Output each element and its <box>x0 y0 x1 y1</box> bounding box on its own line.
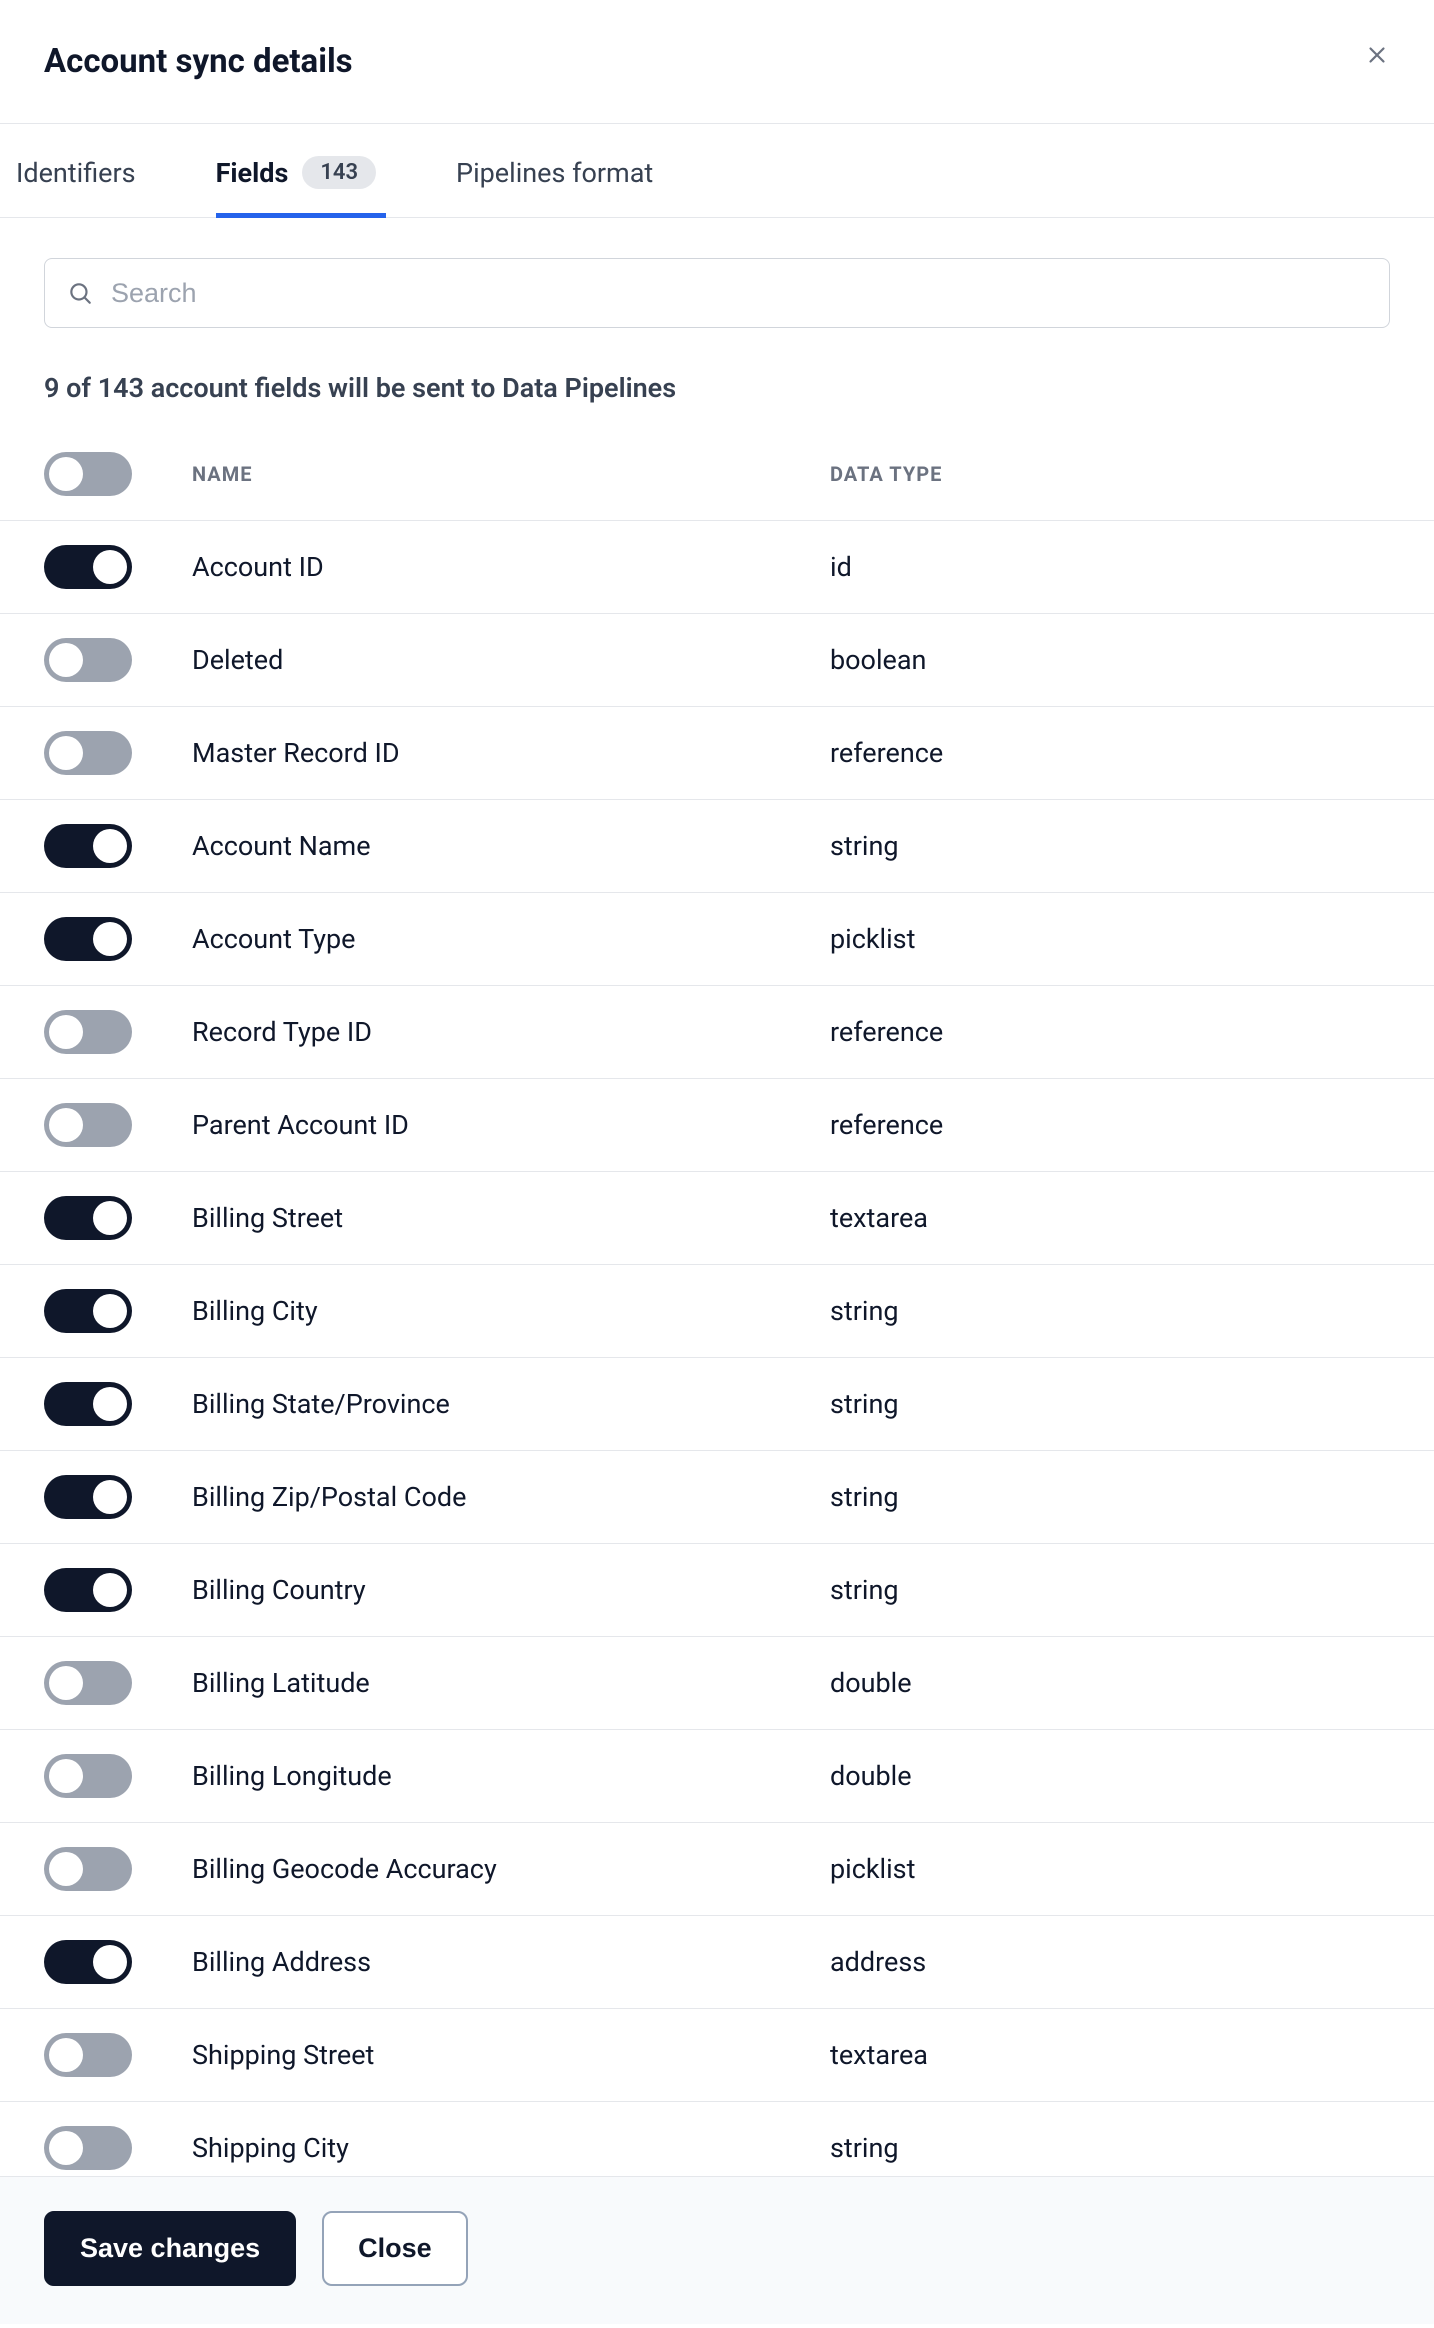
field-type: reference <box>830 1109 1390 1141</box>
field-row: Billing Addressaddress <box>0 1915 1434 2008</box>
tab-identifiers[interactable]: Identifiers <box>16 124 146 218</box>
field-toggle[interactable] <box>44 1940 132 1984</box>
field-type: picklist <box>830 1853 1390 1885</box>
field-name: Shipping Street <box>192 2039 830 2071</box>
field-toggle[interactable] <box>44 824 132 868</box>
tab-label: Identifiers <box>16 157 136 189</box>
field-type: reference <box>830 1016 1390 1048</box>
field-row: Billing State/Provincestring <box>0 1357 1434 1450</box>
column-header-name: NAME <box>192 462 830 486</box>
field-name: Billing Street <box>192 1202 830 1234</box>
field-name: Account Type <box>192 923 830 955</box>
field-name: Deleted <box>192 644 830 676</box>
search-icon <box>67 280 93 306</box>
field-toggle[interactable] <box>44 1010 132 1054</box>
field-row: Billing Geocode Accuracypicklist <box>0 1822 1434 1915</box>
save-changes-button[interactable]: Save changes <box>44 2211 296 2286</box>
field-row: Record Type IDreference <box>0 985 1434 1078</box>
field-name: Shipping City <box>192 2132 830 2164</box>
field-type: string <box>830 1574 1390 1606</box>
field-name: Billing State/Province <box>192 1388 830 1420</box>
field-toggle[interactable] <box>44 1847 132 1891</box>
field-type: string <box>830 1481 1390 1513</box>
field-type: double <box>830 1760 1390 1792</box>
field-row: Billing Zip/Postal Codestring <box>0 1450 1434 1543</box>
page-title: Account sync details <box>44 42 353 81</box>
field-name: Billing Latitude <box>192 1667 830 1699</box>
field-name: Billing Address <box>192 1946 830 1978</box>
search-box[interactable] <box>44 258 1390 328</box>
tab-fields[interactable]: Fields 143 <box>216 124 386 218</box>
search-input[interactable] <box>111 278 1367 309</box>
field-name: Billing Country <box>192 1574 830 1606</box>
field-type: boolean <box>830 644 1390 676</box>
field-type: picklist <box>830 923 1390 955</box>
field-toggle[interactable] <box>44 2033 132 2077</box>
field-row: Account Typepicklist <box>0 892 1434 985</box>
close-button-footer[interactable]: Close <box>322 2211 468 2286</box>
summary-text: 9 of 143 account fields will be sent to … <box>0 328 1434 428</box>
field-name: Record Type ID <box>192 1016 830 1048</box>
field-toggle[interactable] <box>44 1661 132 1705</box>
field-type: string <box>830 2132 1390 2164</box>
toggle-all[interactable] <box>44 452 132 496</box>
field-type: id <box>830 551 1390 583</box>
field-type: textarea <box>830 2039 1390 2071</box>
field-name: Billing Geocode Accuracy <box>192 1853 830 1885</box>
field-row: Deletedboolean <box>0 613 1434 706</box>
field-row: Billing Countrystring <box>0 1543 1434 1636</box>
field-name: Billing Longitude <box>192 1760 830 1792</box>
field-type: string <box>830 830 1390 862</box>
close-button[interactable] <box>1360 38 1394 72</box>
field-row: Shipping Citystring <box>0 2101 1434 2176</box>
tab-label: Fields <box>216 157 289 189</box>
field-type: textarea <box>830 1202 1390 1234</box>
field-toggle[interactable] <box>44 1289 132 1333</box>
field-row: Master Record IDreference <box>0 706 1434 799</box>
field-name: Billing City <box>192 1295 830 1327</box>
field-toggle[interactable] <box>44 1475 132 1519</box>
tab-fields-count-badge: 143 <box>302 156 376 189</box>
field-toggle[interactable] <box>44 545 132 589</box>
field-toggle[interactable] <box>44 731 132 775</box>
field-row: Billing Latitudedouble <box>0 1636 1434 1729</box>
field-row: Account Namestring <box>0 799 1434 892</box>
field-row: Billing Streettextarea <box>0 1171 1434 1264</box>
field-type: reference <box>830 737 1390 769</box>
field-name: Account ID <box>192 551 830 583</box>
field-name: Master Record ID <box>192 737 830 769</box>
field-toggle[interactable] <box>44 1103 132 1147</box>
field-name: Billing Zip/Postal Code <box>192 1481 830 1513</box>
field-row: Account IDid <box>0 520 1434 613</box>
field-toggle[interactable] <box>44 917 132 961</box>
close-icon <box>1364 42 1390 68</box>
column-header-type: DATA TYPE <box>830 462 1390 486</box>
field-row: Billing Citystring <box>0 1264 1434 1357</box>
field-name: Account Name <box>192 830 830 862</box>
field-row: Shipping Streettextarea <box>0 2008 1434 2101</box>
tab-pipelines-format[interactable]: Pipelines format <box>456 124 663 218</box>
field-row: Billing Longitudedouble <box>0 1729 1434 1822</box>
field-toggle[interactable] <box>44 1754 132 1798</box>
field-toggle[interactable] <box>44 1568 132 1612</box>
field-type: double <box>830 1667 1390 1699</box>
field-type: string <box>830 1295 1390 1327</box>
field-row: Parent Account IDreference <box>0 1078 1434 1171</box>
field-type: address <box>830 1946 1390 1978</box>
tab-label: Pipelines format <box>456 157 653 189</box>
field-toggle[interactable] <box>44 638 132 682</box>
field-toggle[interactable] <box>44 1382 132 1426</box>
field-toggle[interactable] <box>44 1196 132 1240</box>
field-type: string <box>830 1388 1390 1420</box>
field-toggle[interactable] <box>44 2126 132 2170</box>
field-name: Parent Account ID <box>192 1109 830 1141</box>
table-header: NAME DATA TYPE <box>0 428 1434 520</box>
